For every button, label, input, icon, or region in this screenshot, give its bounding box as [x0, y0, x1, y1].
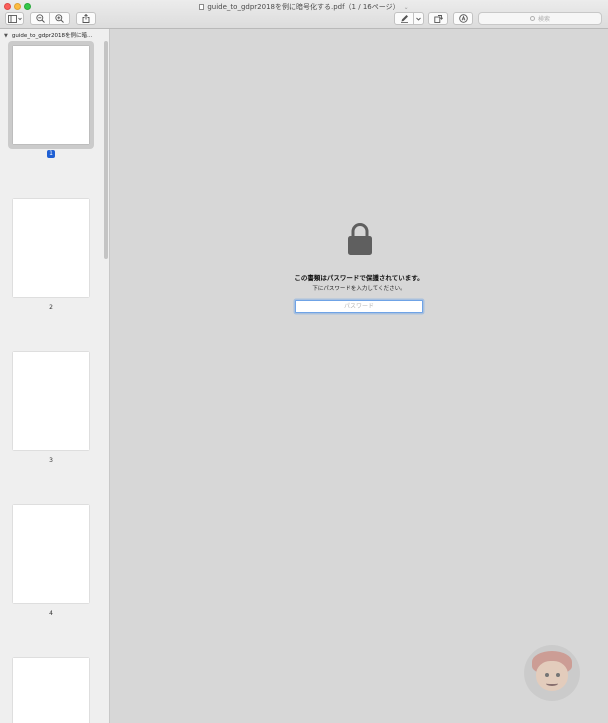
markup-menu-button[interactable]	[414, 12, 424, 25]
markup-circle-icon	[458, 14, 468, 23]
markup-toolbar-button[interactable]	[453, 12, 473, 25]
markup-button-group	[394, 12, 424, 25]
sidebar-toggle-button[interactable]	[5, 12, 24, 25]
zoom-button-group	[30, 12, 70, 25]
chevron-down-icon	[416, 17, 421, 21]
password-input[interactable]	[295, 300, 423, 313]
page-preview	[13, 352, 89, 450]
window-titlebar: guide_to_gdpr2018を例に暗号化する.pdf（1 / 16ページ）…	[0, 0, 608, 29]
page-number-label: 3	[49, 457, 53, 464]
sidebar-scrollbar[interactable]	[104, 41, 108, 259]
page-number-label: 2	[49, 304, 53, 311]
rotate-icon	[433, 15, 443, 23]
mascot-eye	[556, 673, 560, 677]
title-chevron-down-icon[interactable]: ⌄	[404, 4, 409, 11]
mascot-face	[536, 661, 568, 691]
zoom-in-button[interactable]	[50, 12, 70, 25]
mascot-eye	[545, 673, 549, 677]
page-preview	[13, 658, 89, 723]
page-number-badge: 1	[47, 150, 55, 158]
watermark-mascot	[524, 645, 580, 701]
password-instruction: 下にパスワードを入力してください。	[312, 286, 406, 292]
share-icon	[82, 14, 90, 23]
sidebar-icon	[7, 14, 22, 23]
document-view: この書類はパスワードで保護されています。 下にパスワードを入力してください。	[110, 29, 608, 723]
rotate-button[interactable]	[428, 12, 448, 25]
mascot-mouth	[546, 681, 558, 686]
sidebar-document-header[interactable]: ▼ guide_to_gdpr2018を例に暗…	[4, 31, 93, 39]
page-number-label: 1	[8, 150, 94, 158]
document-icon	[199, 4, 205, 10]
page-preview	[13, 505, 89, 603]
zoom-out-button[interactable]	[30, 12, 50, 25]
window-title: guide_to_gdpr2018を例に暗号化する.pdf（1 / 16ページ）…	[0, 2, 608, 12]
protected-message: この書類はパスワードで保護されています。	[294, 274, 424, 282]
pen-icon	[400, 15, 408, 23]
thumbnail-sidebar: ▼ guide_to_gdpr2018を例に暗… 1 2 3 4	[0, 29, 110, 723]
page-number-label: 4	[49, 610, 53, 617]
window-title-text: guide_to_gdpr2018を例に暗号化する.pdf（1 / 16ページ）	[207, 3, 400, 11]
disclosure-triangle-icon[interactable]: ▼	[4, 33, 8, 39]
sidebar-document-name: guide_to_gdpr2018を例に暗…	[11, 33, 93, 39]
markup-pen-button[interactable]	[394, 12, 414, 25]
page-preview	[13, 46, 89, 144]
search-placeholder: 検索	[537, 16, 550, 23]
lock-icon	[348, 223, 372, 255]
search-field[interactable]: 検索	[478, 12, 602, 25]
page-preview	[13, 199, 89, 297]
share-button[interactable]	[76, 12, 96, 25]
zoom-out-icon	[35, 14, 45, 23]
search-icon	[529, 16, 535, 21]
zoom-in-icon	[55, 14, 64, 23]
